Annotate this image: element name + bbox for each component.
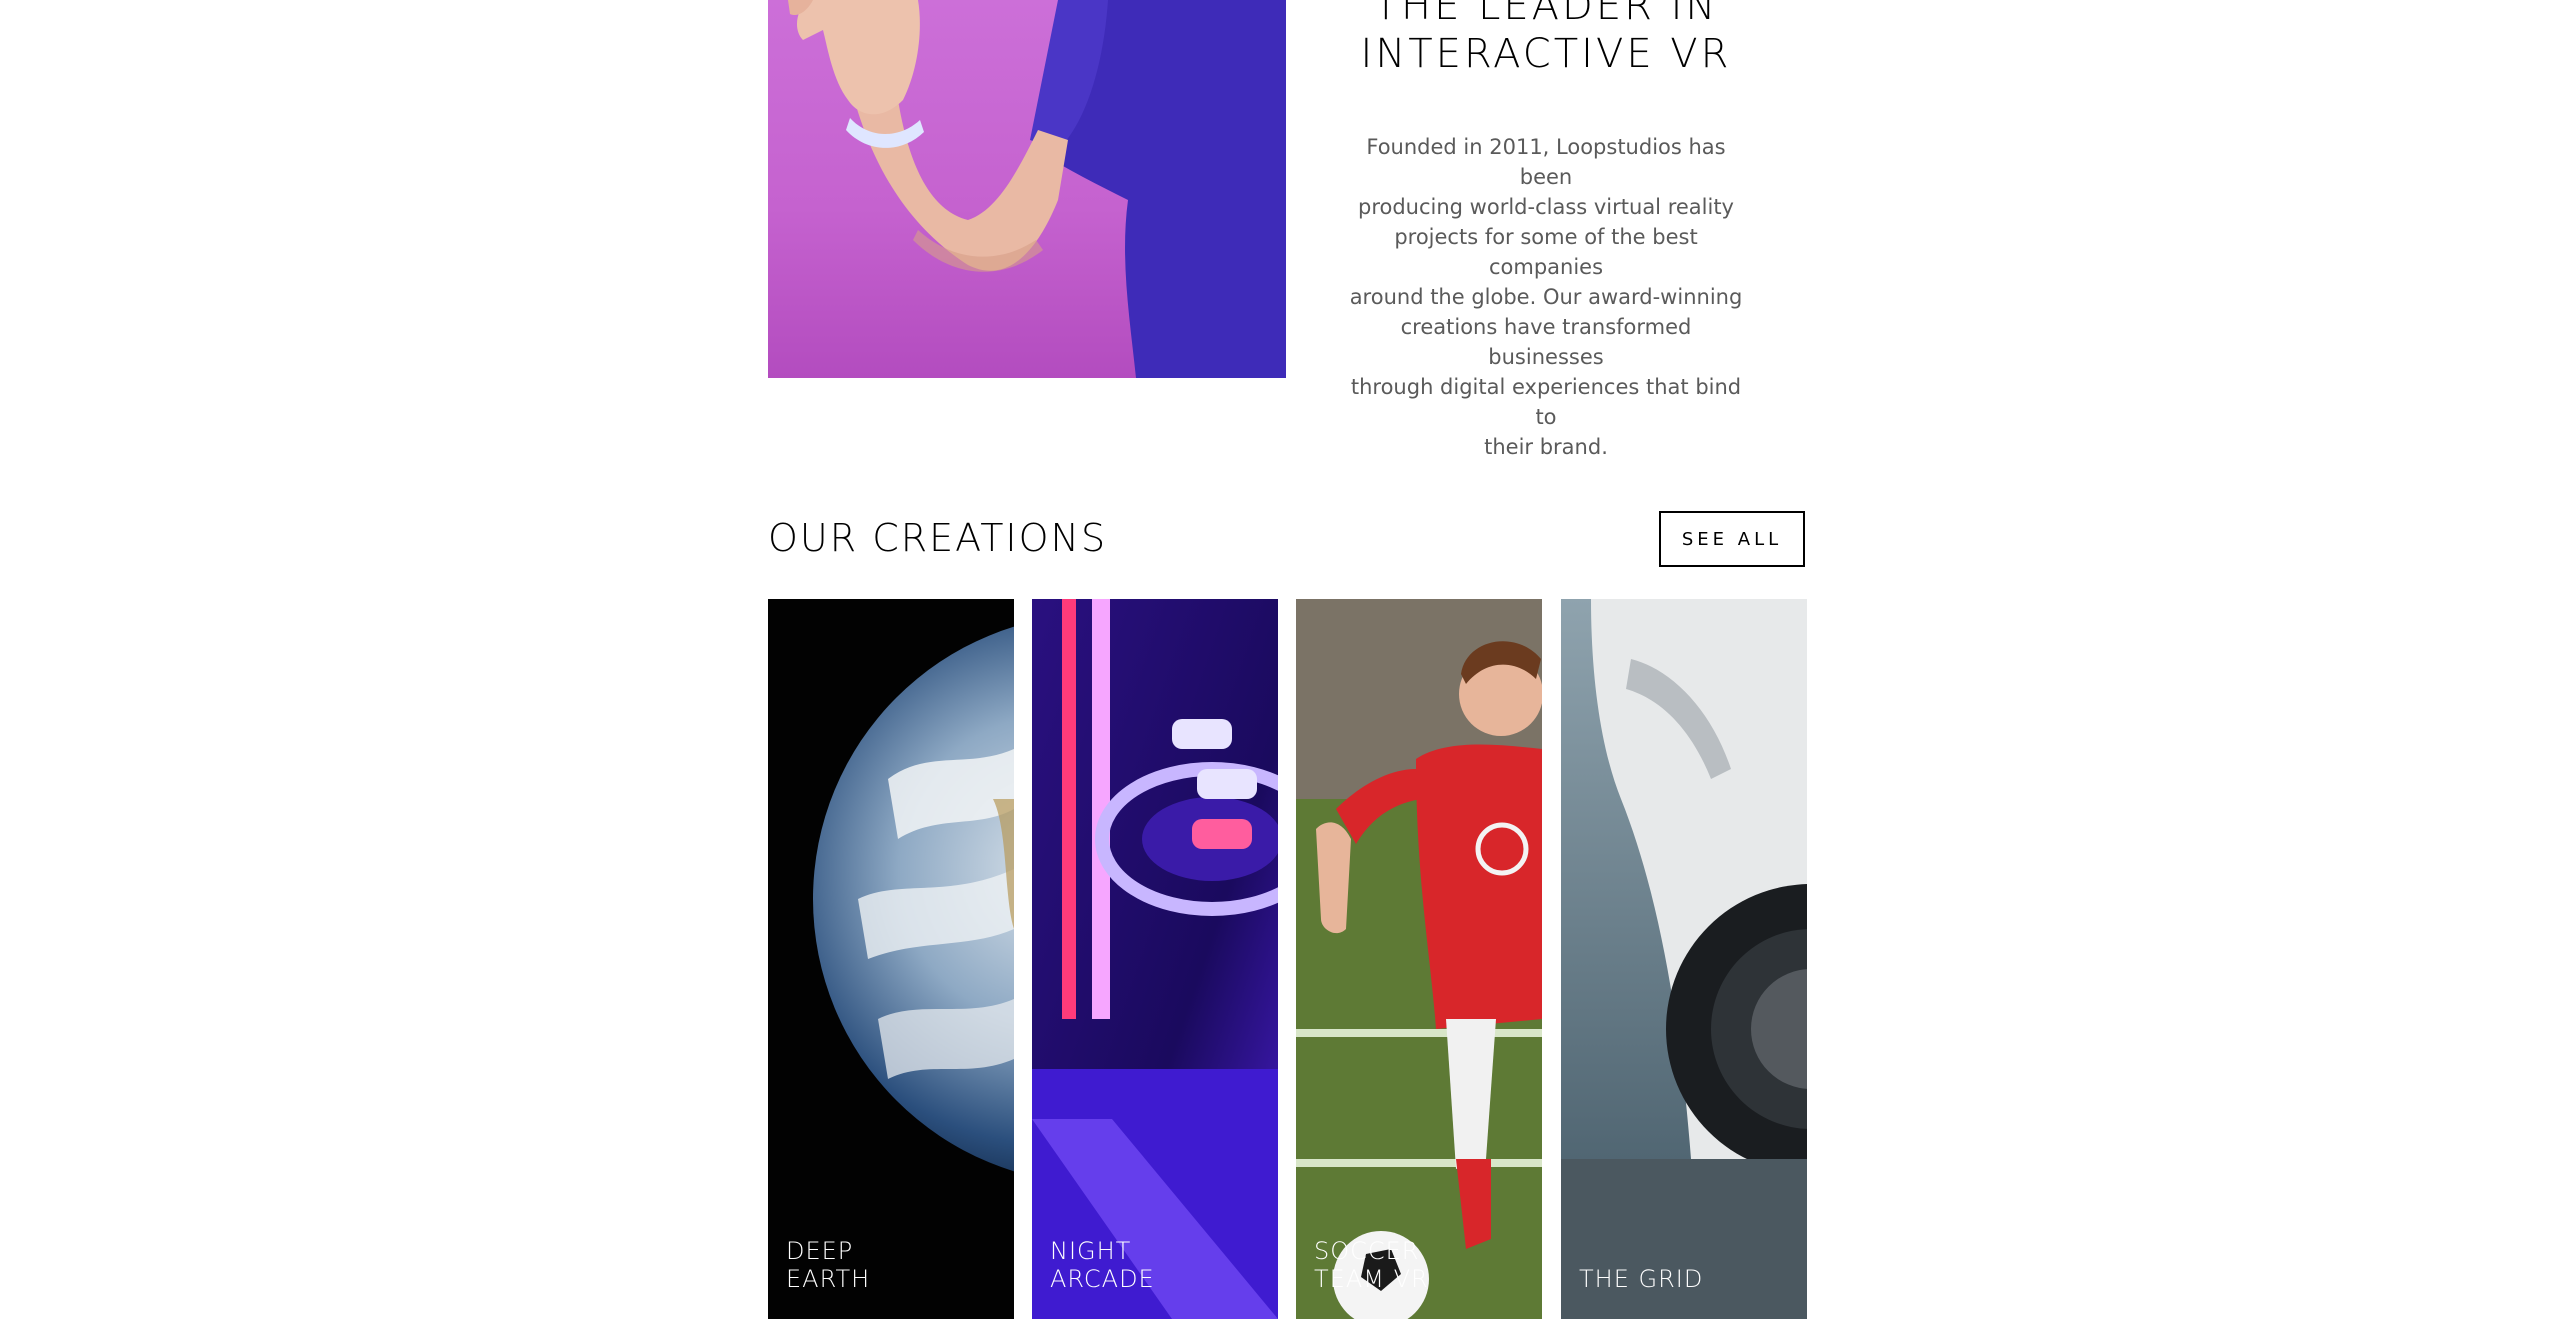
hero-image	[768, 0, 1286, 378]
creation-card-deep-earth[interactable]: DEEP EARTH	[768, 599, 1014, 1319]
card-label-line: NIGHT	[1050, 1237, 1132, 1265]
about-paragraph-line: creations have transformed businesses	[1400, 315, 1692, 369]
card-label: NIGHT ARCADE	[1050, 1237, 1230, 1293]
about-paragraph-line: producing world-class virtual reality	[1357, 195, 1734, 219]
about-title: THE LEADER IN INTERACTIVE VR	[1290, 0, 1802, 78]
about-title-line: INTERACTIVE VR	[1360, 31, 1732, 77]
about-paragraph-line: projects for some of the best companies	[1394, 225, 1698, 279]
arcade-image	[1032, 599, 1278, 1319]
about-paragraph-line: around the globe. Our award-winning	[1349, 285, 1743, 309]
card-label-line: THE GRID	[1579, 1265, 1704, 1293]
card-label-line: SOCCER	[1314, 1237, 1420, 1265]
see-all-button[interactable]: SEE ALL	[1659, 511, 1805, 567]
earth-image	[813, 626, 1014, 1172]
card-label: THE GRID	[1579, 1265, 1759, 1293]
vr-person-illustration	[788, 0, 1286, 378]
card-label: SOCCER TEAM VR	[1314, 1237, 1494, 1293]
about-paragraph-line: their brand.	[1484, 435, 1608, 459]
card-label-line: DEEP	[786, 1237, 854, 1265]
creation-card-soccer-team[interactable]: SOCCER TEAM VR	[1296, 599, 1542, 1319]
about-title-line: THE LEADER IN	[1373, 0, 1719, 29]
card-label-line: EARTH	[786, 1265, 871, 1293]
creation-card-the-grid[interactable]: THE GRID	[1561, 599, 1807, 1319]
card-label-line: ARCADE	[1050, 1265, 1155, 1293]
about-paragraph: Founded in 2011, Loopstudios has been pr…	[1342, 132, 1750, 462]
about-paragraph-line: through digital experiences that bind to	[1350, 375, 1742, 429]
creation-card-night-arcade[interactable]: NIGHT ARCADE	[1032, 599, 1278, 1319]
car-image	[1561, 599, 1807, 1319]
creations-title: OUR CREATIONS	[768, 516, 1108, 560]
soccer-image	[1296, 599, 1542, 1319]
about-paragraph-line: Founded in 2011, Loopstudios has been	[1366, 135, 1726, 189]
card-label-line: TEAM VR	[1314, 1265, 1429, 1293]
card-label: DEEP EARTH	[786, 1237, 966, 1293]
